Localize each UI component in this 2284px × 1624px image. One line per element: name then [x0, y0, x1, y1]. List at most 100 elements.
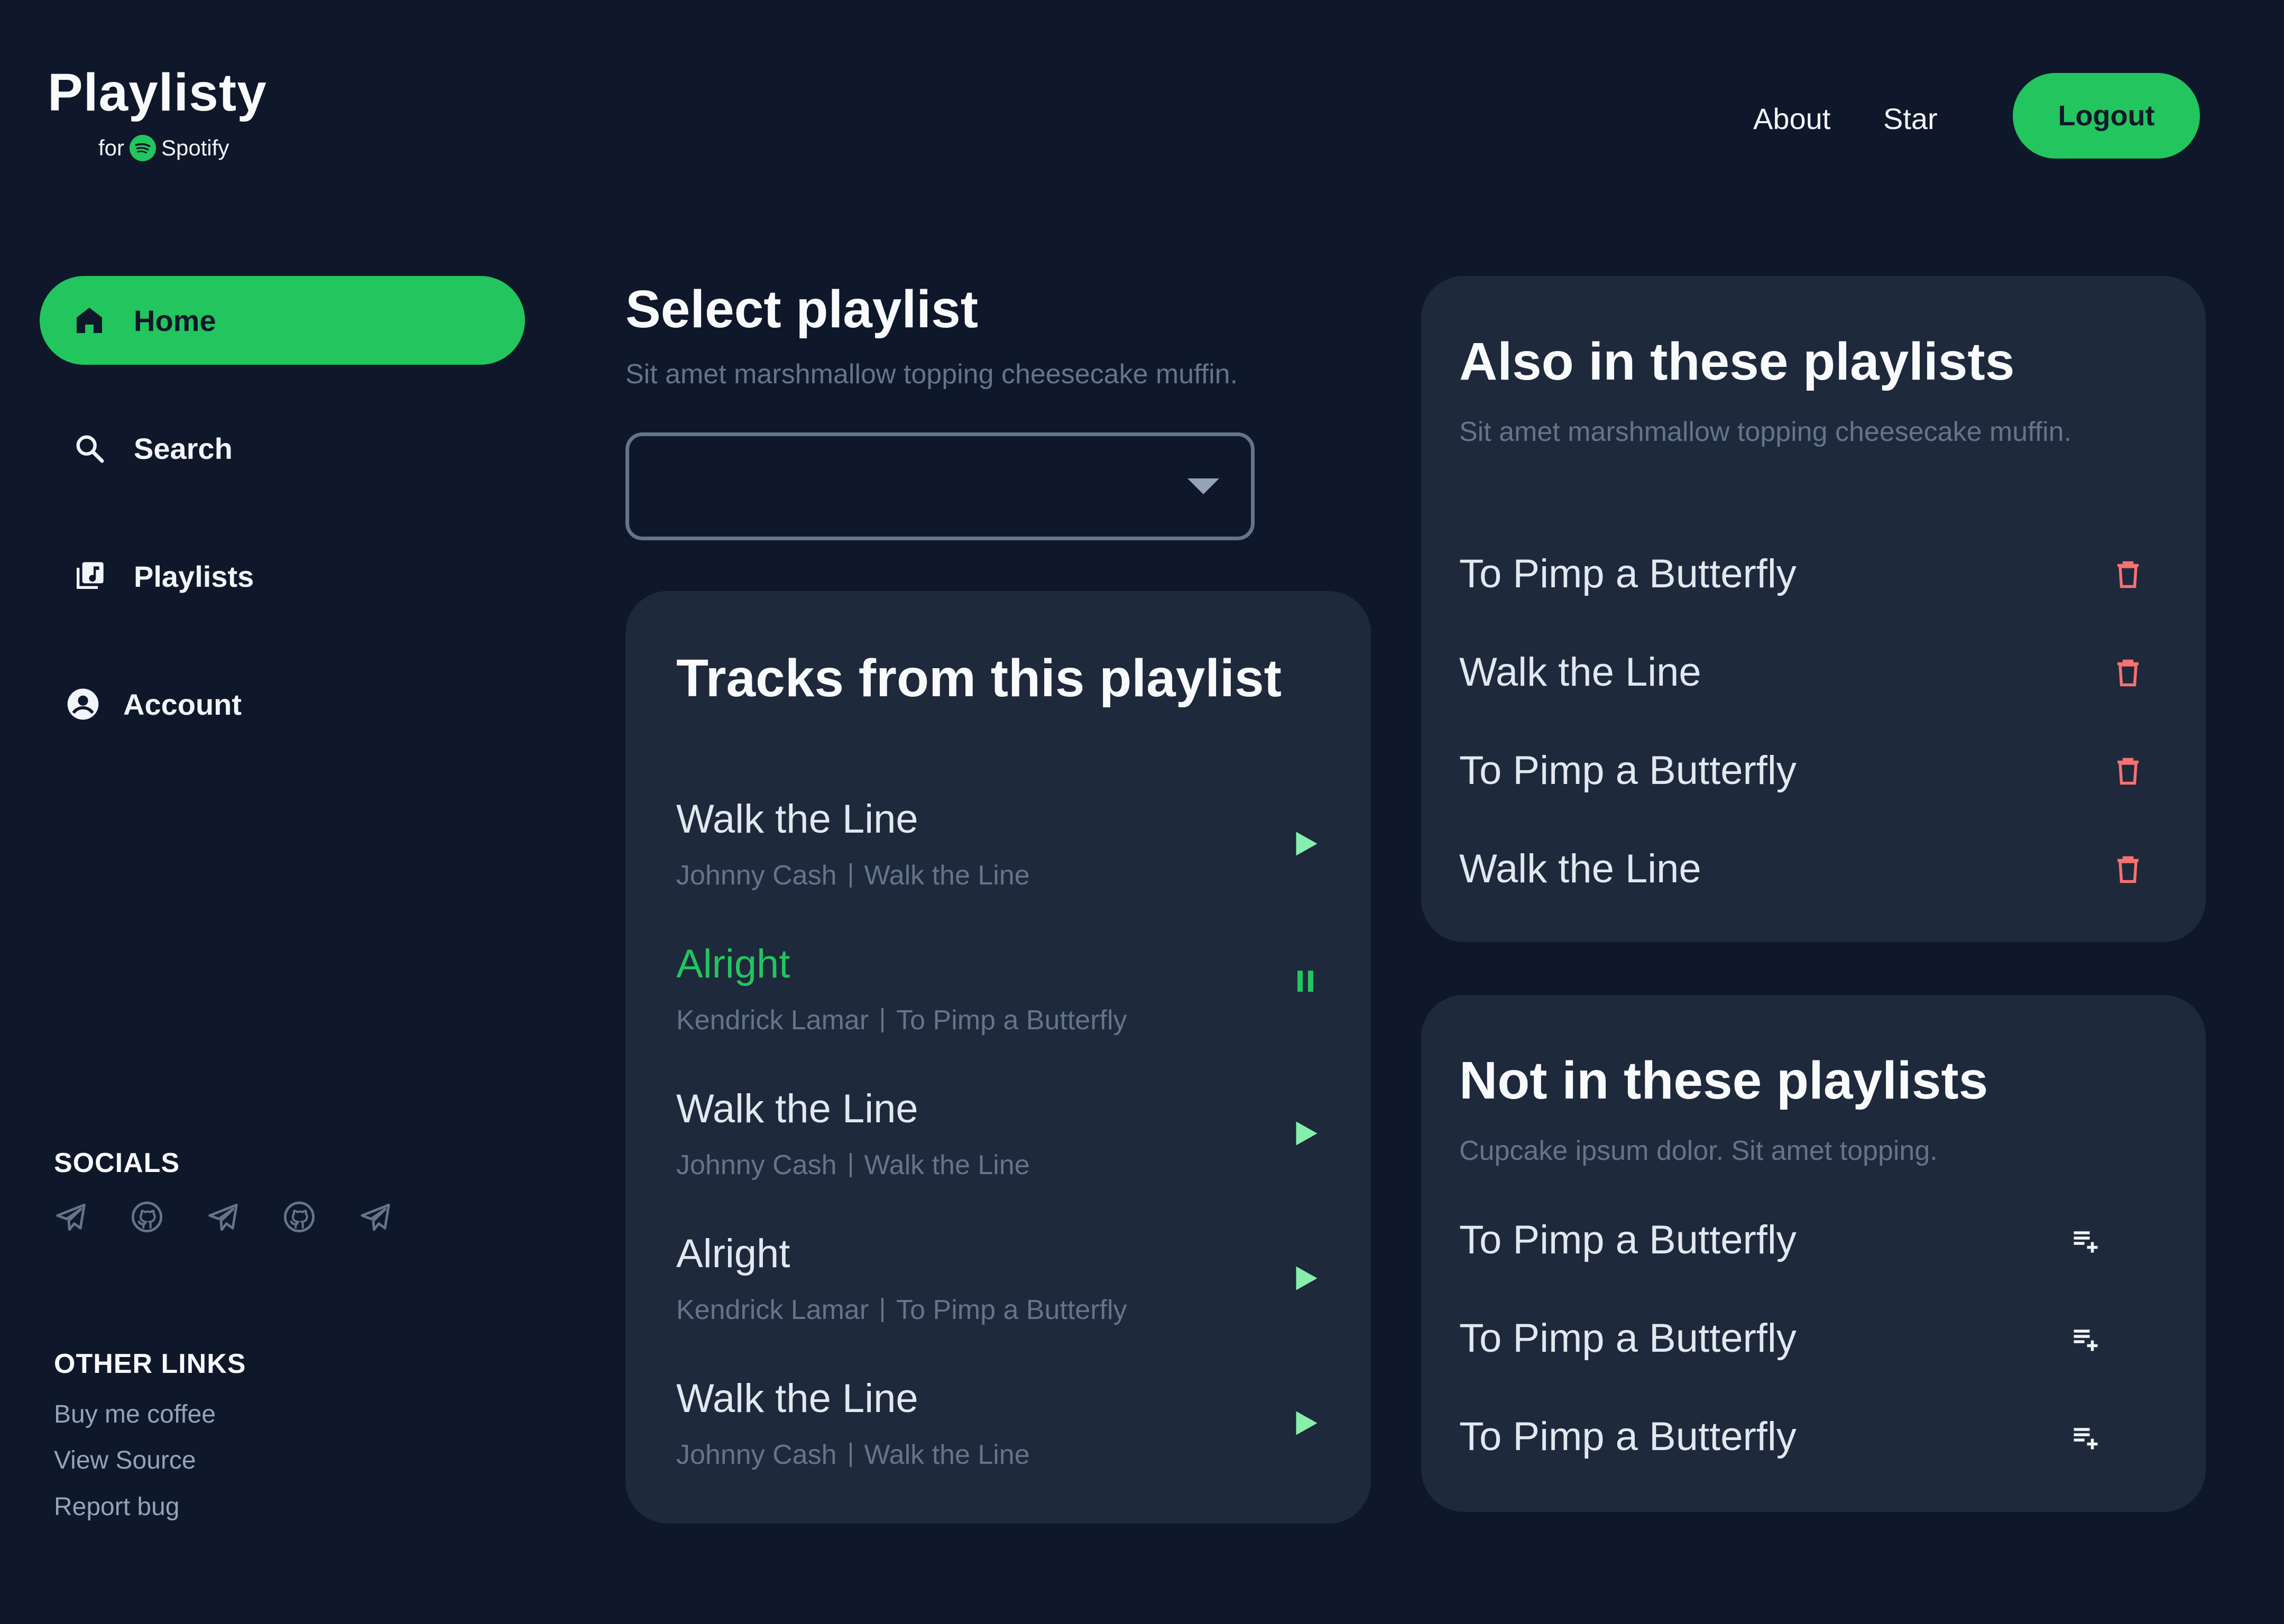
add-to-playlist-button[interactable]	[2067, 1321, 2104, 1358]
sidebar-item-search[interactable]: Search	[40, 404, 525, 493]
list-item: Walk the Line	[1459, 649, 2147, 702]
brand-for-label: for	[98, 135, 125, 160]
track-album: Walk the Line	[864, 1440, 1030, 1470]
playlist-name: Walk the Line	[1459, 650, 1701, 695]
account-circle-icon	[66, 687, 100, 721]
socials-list	[54, 1200, 392, 1234]
play-icon	[1296, 832, 1318, 856]
track-meta: Kendrick Lamar To Pimp a Butterfly	[676, 1004, 1127, 1036]
playlist-add-icon	[2074, 1428, 2098, 1450]
playlist-name: To Pimp a Butterfly	[1459, 1217, 1797, 1262]
playlist-add-icon	[2074, 1330, 2098, 1351]
pause-icon	[1297, 971, 1313, 992]
socials-heading: SOCIALS	[54, 1148, 180, 1178]
track-artist: Johnny Cash	[676, 1440, 837, 1470]
brand-subtitle: for Spotify	[98, 135, 229, 161]
telegram-icon[interactable]	[54, 1200, 88, 1234]
sidebar-item-label: Search	[134, 431, 233, 465]
playlist-name: To Pimp a Butterfly	[1459, 1414, 1797, 1459]
sidebar-item-label: Account	[123, 687, 242, 721]
playlist-name: To Pimp a Butterfly	[1459, 748, 1797, 793]
track-row[interactable]: Walk the Line Johnny Cash Walk the Line	[676, 1086, 1327, 1207]
view-source-link[interactable]: View Source	[54, 1446, 196, 1475]
play-icon	[1296, 1411, 1318, 1435]
not-in-subtitle: Cupcake ipsum dolor. Sit amet topping.	[1459, 1136, 1938, 1166]
pause-button[interactable]	[1284, 960, 1327, 1002]
track-title: Walk the Line	[676, 1376, 918, 1421]
delete-button[interactable]	[2110, 556, 2147, 593]
trash-icon	[2117, 758, 2139, 785]
logout-button[interactable]: Logout	[2013, 73, 2200, 159]
list-item: To Pimp a Butterfly	[1459, 1414, 2147, 1466]
track-artist: Johnny Cash	[676, 860, 837, 891]
playlist-add-icon	[2074, 1231, 2098, 1253]
playlist-select[interactable]	[625, 432, 1255, 540]
list-item: To Pimp a Butterfly	[1459, 748, 2147, 800]
chevron-down-icon	[1187, 478, 1219, 494]
brand-title: Playlisty	[48, 63, 267, 122]
tracks-card: Tracks from this playlist Walk the Line …	[625, 591, 1371, 1524]
also-in-subtitle: Sit amet marshmallow topping cheesecake …	[1459, 417, 2072, 447]
play-button[interactable]	[1284, 823, 1327, 865]
trash-icon	[2117, 659, 2139, 687]
trash-icon	[2117, 856, 2139, 883]
list-item: To Pimp a Butterfly	[1459, 1217, 2147, 1270]
sidebar-item-account[interactable]: Account	[40, 660, 525, 749]
delete-button[interactable]	[2110, 851, 2147, 888]
track-album: Walk the Line	[864, 1150, 1030, 1180]
track-meta: Johnny Cash Walk the Line	[676, 860, 1030, 891]
sidebar-item-playlists[interactable]: Playlists	[40, 532, 525, 621]
playlist-name: Walk the Line	[1459, 846, 1701, 891]
also-in-playlists-card: Also in these playlists Sit amet marshma…	[1421, 276, 2206, 942]
track-artist: Kendrick Lamar	[676, 1295, 869, 1325]
telegram-icon[interactable]	[358, 1200, 392, 1234]
tracks-title: Tracks from this playlist	[676, 649, 1282, 708]
report-bug-link[interactable]: Report bug	[54, 1492, 180, 1521]
sidebar-item-home[interactable]: Home	[40, 276, 525, 365]
list-item: Walk the Line	[1459, 846, 2147, 899]
buy-coffee-link[interactable]: Buy me coffee	[54, 1400, 216, 1429]
select-playlist-subtitle: Sit amet marshmallow topping cheesecake …	[625, 359, 1238, 390]
star-link[interactable]: Star	[1883, 102, 1938, 136]
about-link[interactable]: About	[1753, 102, 1830, 136]
add-to-playlist-button[interactable]	[2067, 1419, 2104, 1456]
list-item: To Pimp a Butterfly	[1459, 551, 2147, 604]
app-page: Playlisty for Spotify About Star Logout …	[0, 0, 2284, 1624]
track-row[interactable]: Walk the Line Johnny Cash Walk the Line	[676, 796, 1327, 918]
library-music-icon	[72, 559, 106, 593]
track-album: To Pimp a Butterfly	[896, 1005, 1127, 1036]
delete-button[interactable]	[2110, 753, 2147, 790]
track-album: Walk the Line	[864, 860, 1030, 891]
telegram-icon[interactable]	[206, 1200, 240, 1234]
track-meta: Johnny Cash Walk the Line	[676, 1149, 1030, 1181]
track-row[interactable]: Walk the Line Johnny Cash Walk the Line	[676, 1376, 1327, 1497]
track-artist: Kendrick Lamar	[676, 1005, 869, 1036]
track-title: Alright	[676, 942, 790, 986]
select-playlist-title: Select playlist	[625, 280, 978, 339]
delete-button[interactable]	[2110, 654, 2147, 691]
track-title: Alright	[676, 1231, 790, 1276]
play-icon	[1296, 1121, 1318, 1146]
github-icon[interactable]	[282, 1200, 316, 1234]
add-to-playlist-button[interactable]	[2067, 1222, 2104, 1259]
play-icon	[1296, 1266, 1318, 1290]
track-album: To Pimp a Butterfly	[896, 1295, 1127, 1325]
also-in-title: Also in these playlists	[1459, 332, 2015, 391]
search-icon	[72, 431, 106, 465]
track-meta: Johnny Cash Walk the Line	[676, 1439, 1030, 1471]
track-title: Walk the Line	[676, 1086, 918, 1131]
track-row[interactable]: Alright Kendrick Lamar To Pimp a Butterfl…	[676, 1231, 1327, 1352]
list-item: To Pimp a Butterfly	[1459, 1315, 2147, 1368]
play-button[interactable]	[1284, 1402, 1327, 1444]
track-row[interactable]: Alright Kendrick Lamar To Pimp a Butterfl…	[676, 941, 1327, 1063]
sidebar-item-label: Home	[134, 303, 216, 337]
spotify-icon	[130, 135, 156, 161]
playlist-name: To Pimp a Butterfly	[1459, 1316, 1797, 1361]
brand-logo[interactable]: Playlisty for Spotify	[48, 63, 267, 161]
play-button[interactable]	[1284, 1257, 1327, 1299]
track-title: Walk the Line	[676, 797, 918, 842]
not-in-playlists-card: Not in these playlists Cupcake ipsum dol…	[1421, 995, 2206, 1512]
github-icon[interactable]	[130, 1200, 164, 1234]
play-button[interactable]	[1284, 1112, 1327, 1155]
track-artist: Johnny Cash	[676, 1150, 837, 1180]
